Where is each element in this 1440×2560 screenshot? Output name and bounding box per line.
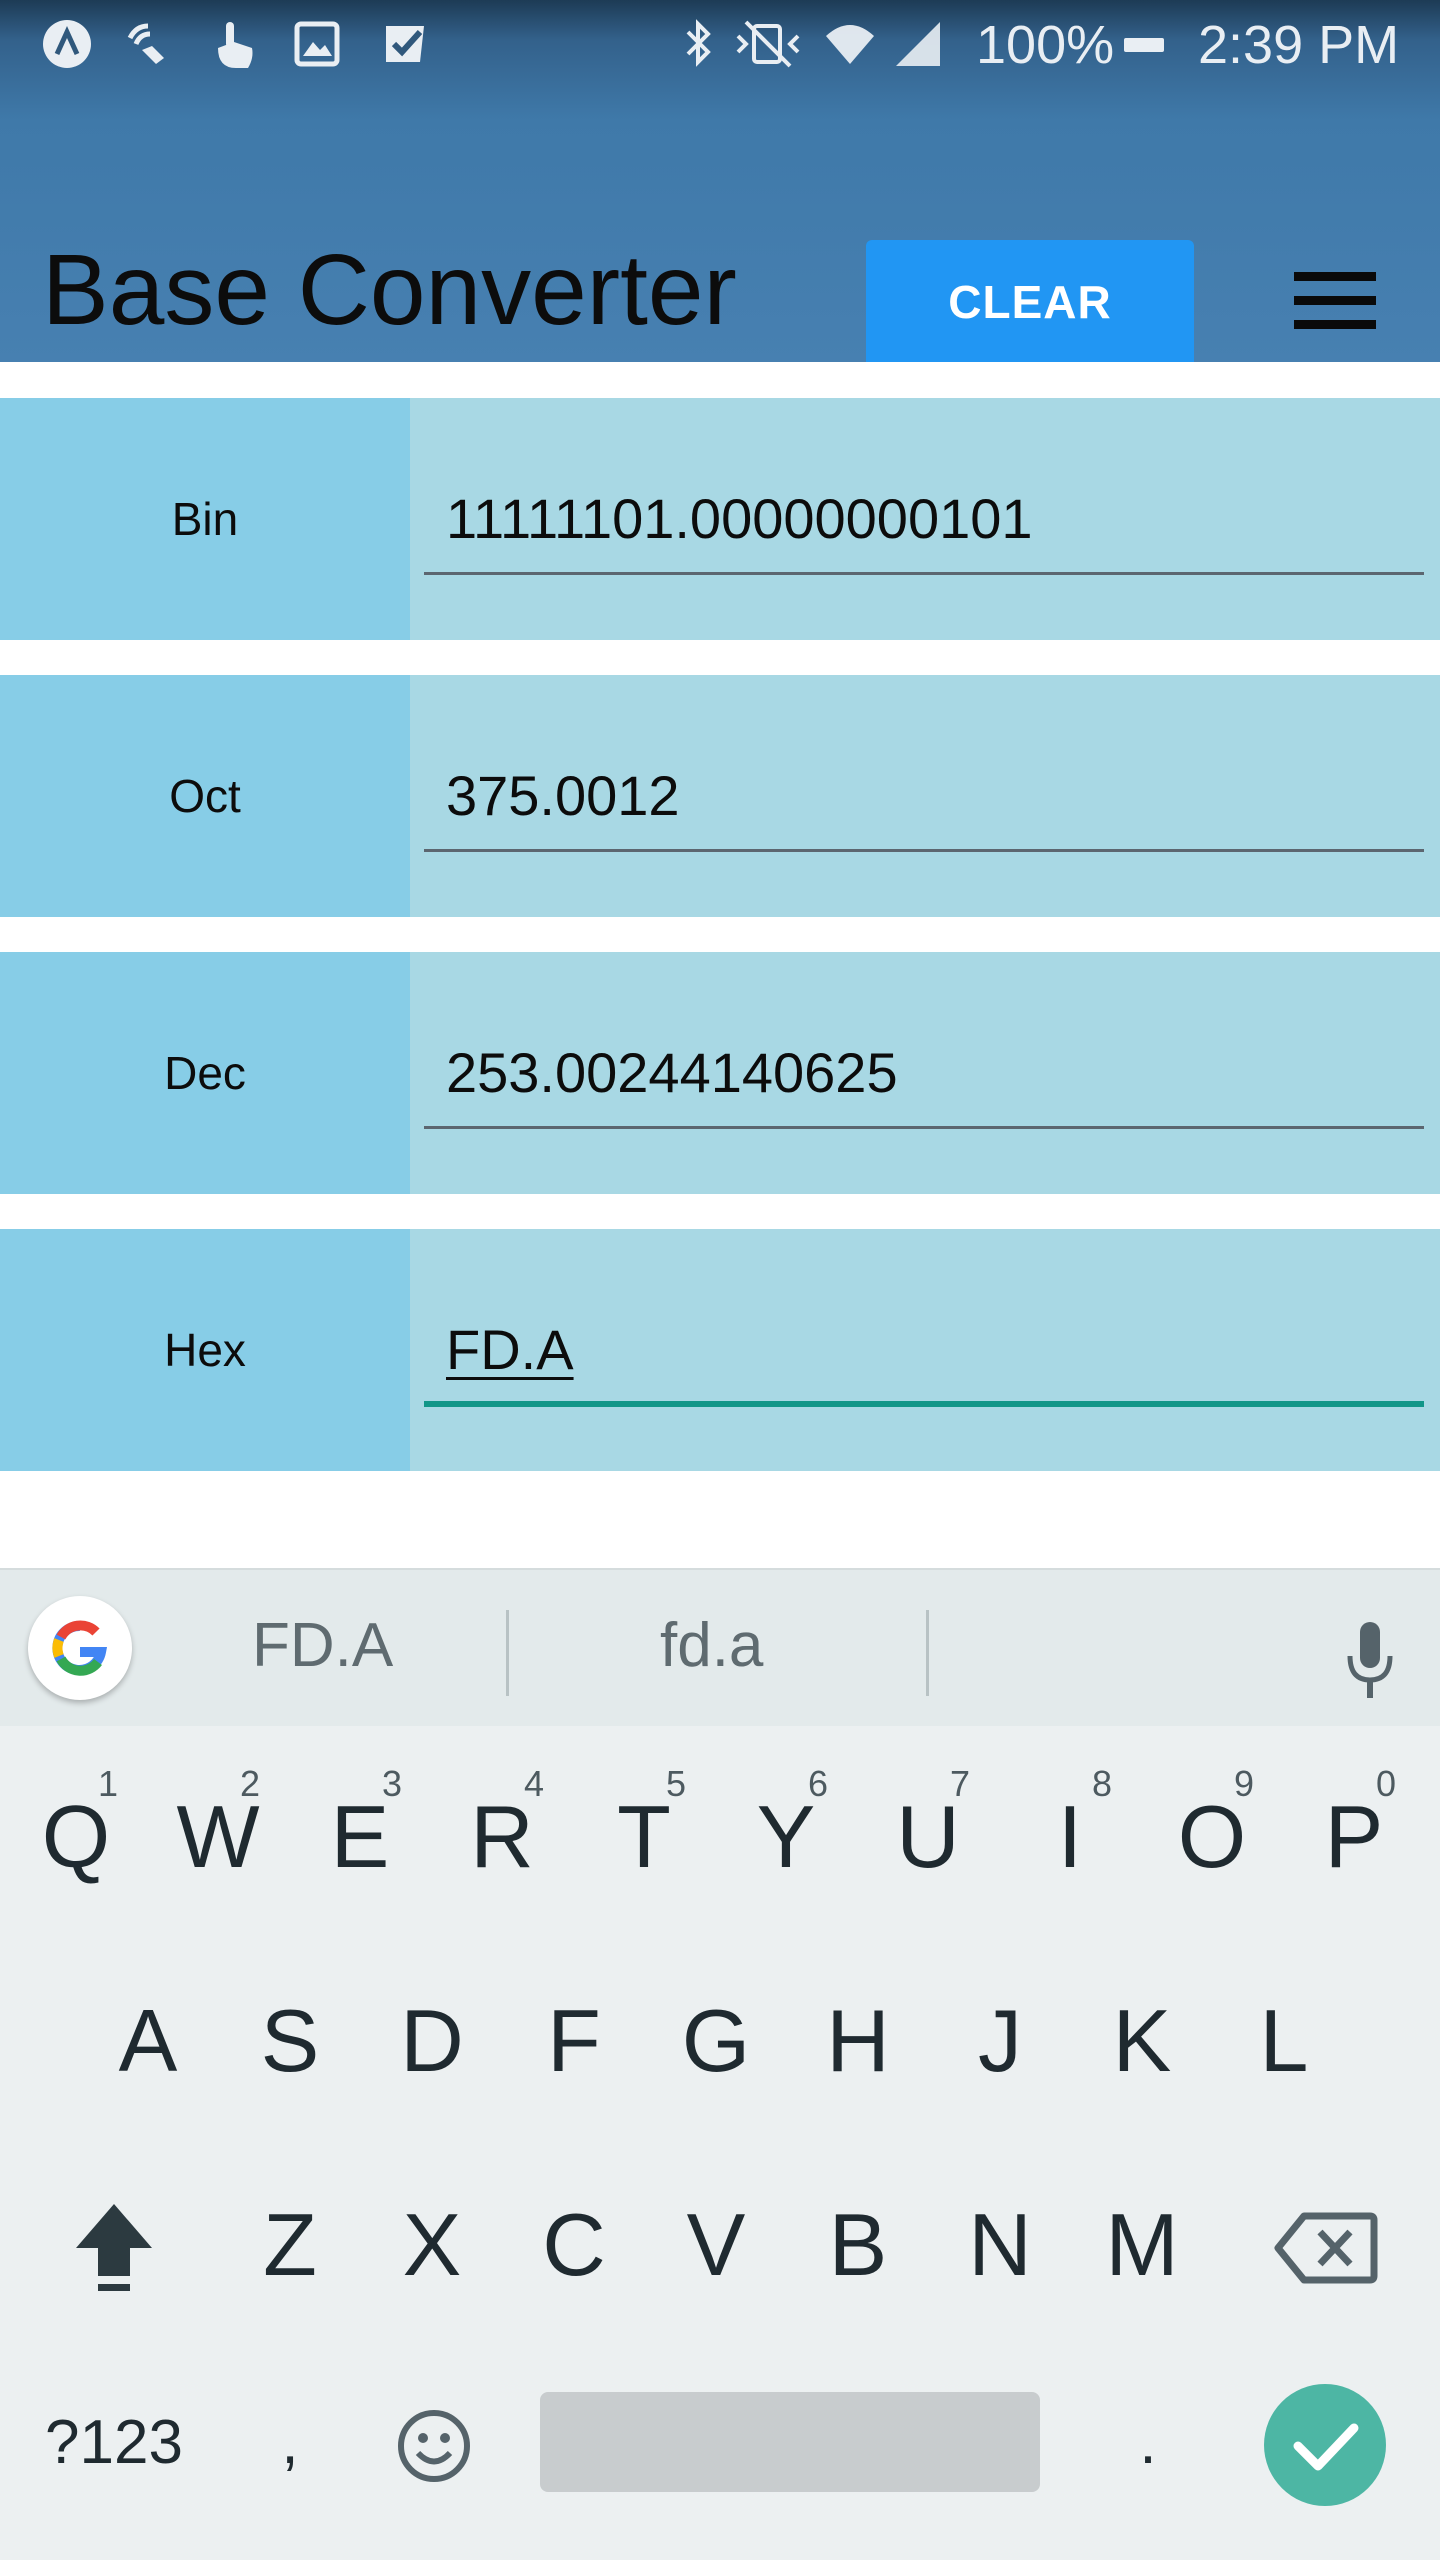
key-v[interactable]: V [656, 2170, 776, 2320]
key-f[interactable]: F [514, 1966, 634, 2116]
backspace-icon[interactable] [1274, 2210, 1378, 2286]
wifi-call-icon [127, 23, 164, 64]
dec-row: Dec 253.00244140625 [0, 952, 1440, 1194]
oct-input-underline [424, 849, 1424, 852]
space-key[interactable] [540, 2392, 1040, 2492]
key-b[interactable]: B [798, 2170, 918, 2320]
wifi-icon [826, 25, 874, 64]
key-y[interactable]: Y6 [726, 1762, 846, 1912]
key-d[interactable]: D [372, 1966, 492, 2116]
enter-key[interactable] [1264, 2384, 1386, 2506]
key-u[interactable]: U7 [868, 1762, 988, 1912]
key-m[interactable]: M [1082, 2170, 1202, 2320]
gallery-icon [294, 21, 340, 67]
mic-icon[interactable] [1340, 1618, 1400, 1702]
vibrate-mute-icon [736, 20, 800, 68]
dec-input-field[interactable]: 253.00244140625 [410, 952, 1440, 1194]
key-p[interactable]: P0 [1294, 1762, 1414, 1912]
status-bar: 100% 2:39 PM [0, 0, 1440, 92]
clock: 2:39 PM [1198, 15, 1400, 75]
hex-input-field[interactable]: FD.A [410, 1229, 1440, 1471]
signal-icon [896, 22, 940, 66]
key-a[interactable]: A [88, 1966, 208, 2116]
key-n[interactable]: N [940, 2170, 1060, 2320]
key-g[interactable]: G [656, 1966, 776, 2116]
oct-label-cell: Oct [0, 675, 410, 917]
bin-input-field[interactable]: 11111101.00000000101 [410, 398, 1440, 640]
dec-input-value[interactable]: 253.00244140625 [446, 1040, 898, 1105]
bluetooth-icon [686, 19, 711, 67]
key-i[interactable]: I8 [1010, 1762, 1130, 1912]
app-header: 100% 2:39 PM Base Converter CLEAR [0, 0, 1440, 362]
oct-input-value[interactable]: 375.0012 [446, 763, 680, 828]
dec-label-cell: Dec [0, 952, 410, 1194]
touch-icon [218, 22, 253, 68]
suggestion-2[interactable]: fd.a [660, 1610, 763, 1681]
hex-label-cell: Hex [0, 1229, 410, 1471]
comma-key[interactable]: , [230, 2368, 350, 2518]
key-w[interactable]: W2 [158, 1762, 278, 1912]
bin-input-underline [424, 572, 1424, 575]
shift-icon[interactable] [70, 2198, 158, 2298]
key-t[interactable]: T5 [584, 1762, 704, 1912]
menu-icon[interactable] [1290, 266, 1380, 336]
hex-input-value[interactable]: FD.A [446, 1317, 574, 1382]
key-l[interactable]: L [1224, 1966, 1344, 2116]
clear-button[interactable]: CLEAR [866, 240, 1194, 362]
app-notification-icon [43, 20, 91, 68]
oct-label: Oct [169, 770, 241, 822]
key-j[interactable]: J [940, 1966, 1060, 2116]
suggestion-divider [926, 1610, 929, 1696]
hex-label: Hex [164, 1324, 246, 1376]
key-o[interactable]: O9 [1152, 1762, 1272, 1912]
page-title: Base Converter [42, 234, 737, 346]
hex-row: Hex FD.A [0, 1229, 1440, 1471]
suggestion-divider [506, 1610, 509, 1696]
google-icon[interactable] [28, 1596, 132, 1700]
dec-input-underline [424, 1126, 1424, 1129]
keyboard: Q1 W2 E3 R4 T5 Y6 U7 I8 O9 P0 A S D F G … [0, 1726, 1440, 2560]
oct-input-field[interactable]: 375.0012 [410, 675, 1440, 917]
dec-label: Dec [164, 1047, 246, 1099]
hex-input-underline [424, 1401, 1424, 1407]
key-h[interactable]: H [798, 1966, 918, 2116]
suggestion-1[interactable]: FD.A [252, 1610, 393, 1681]
key-k[interactable]: K [1082, 1966, 1202, 2116]
emoji-icon[interactable] [396, 2408, 472, 2484]
key-q[interactable]: Q1 [16, 1762, 136, 1912]
task-check-icon [386, 26, 424, 62]
key-x[interactable]: X [372, 2170, 492, 2320]
key-s[interactable]: S [230, 1966, 350, 2116]
key-c[interactable]: C [514, 2170, 634, 2320]
bin-input-value[interactable]: 11111101.00000000101 [446, 486, 1033, 551]
bin-row: Bin 11111101.00000000101 [0, 398, 1440, 640]
checkmark-icon [1293, 2423, 1359, 2471]
bin-label: Bin [171, 493, 239, 545]
keyboard-suggestion-bar: FD.A fd.a [0, 1568, 1440, 1728]
key-r[interactable]: R4 [442, 1762, 562, 1912]
bin-label-cell: Bin [0, 398, 410, 640]
battery-icon [1124, 38, 1164, 52]
oct-row: Oct 375.0012 [0, 675, 1440, 917]
period-key[interactable]: . [1088, 2368, 1208, 2518]
key-e[interactable]: E3 [300, 1762, 420, 1912]
key-z[interactable]: Z [230, 2170, 350, 2320]
symbols-key[interactable]: ?123 [24, 2368, 204, 2518]
battery-percent: 100% [976, 15, 1115, 75]
